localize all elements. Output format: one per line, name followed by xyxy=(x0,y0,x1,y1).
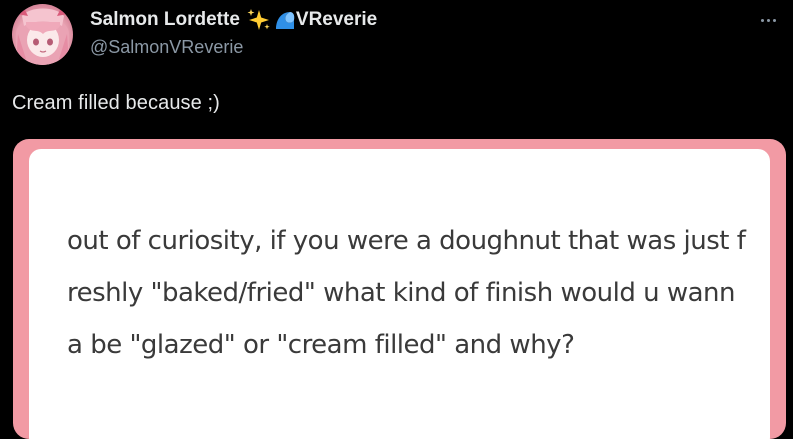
tweet-text: Cream filled because ;) xyxy=(12,92,220,114)
display-name-suffix[interactable]: VReverie xyxy=(296,9,377,31)
more-dot xyxy=(772,18,776,22)
sparkles-icon xyxy=(246,8,272,32)
display-name-row[interactable]: Salmon Lordette VReverie xyxy=(90,8,733,32)
author-info: Salmon Lordette VReverie @SalmonVReverie xyxy=(90,8,733,58)
question-text: out of curiosity, if you were a doughnut… xyxy=(67,226,746,360)
more-horizontal-icon[interactable] xyxy=(755,10,781,30)
media-attachment[interactable]: out of curiosity, if you were a doughnut… xyxy=(13,139,786,439)
display-name[interactable]: Salmon Lordette xyxy=(90,9,240,31)
more-dot xyxy=(766,18,770,22)
question-card: out of curiosity, if you were a doughnut… xyxy=(29,149,770,439)
handle[interactable]: @SalmonVReverie xyxy=(90,37,733,58)
avatar[interactable] xyxy=(12,4,73,65)
avatar-image xyxy=(16,8,69,65)
more-dot xyxy=(760,18,764,22)
water-wave-icon xyxy=(274,9,296,31)
tweet: Salmon Lordette VReverie @SalmonVReverie xyxy=(0,0,793,439)
